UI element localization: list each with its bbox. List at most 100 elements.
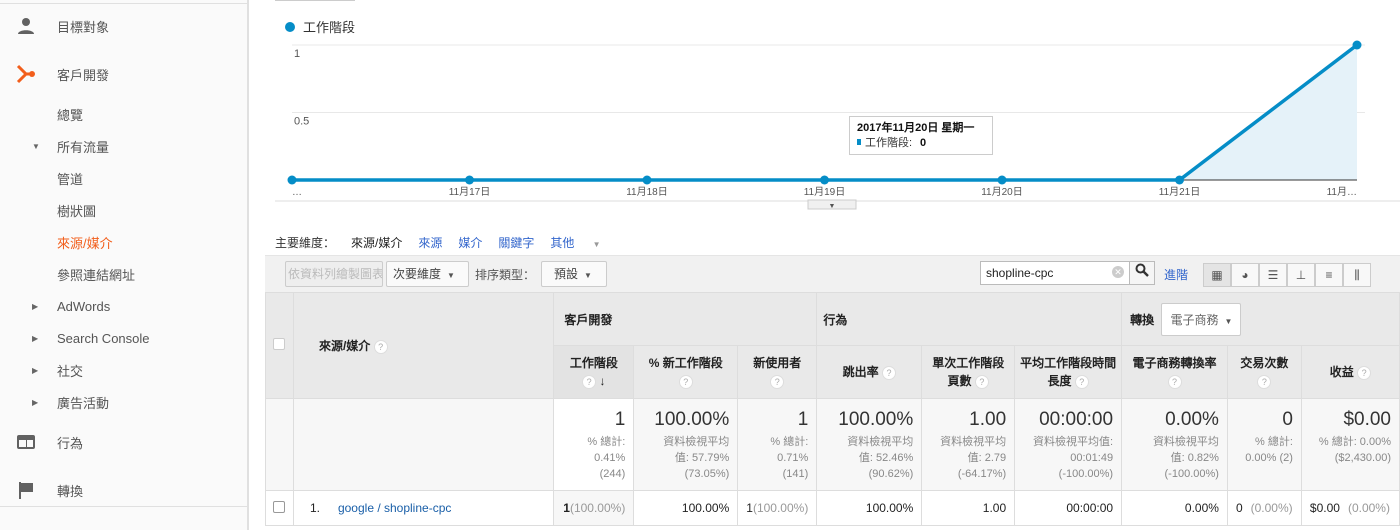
sort-type-value: 預設 xyxy=(554,267,579,281)
secondary-dimension-dropdown[interactable]: 次要維度 ▼ xyxy=(386,261,469,287)
sessions-chart: 工作階段 1 0.5 … 11月17日 11月18日 11月19日 11月20日 11月21… xyxy=(275,0,1400,210)
search-value: shopline-cpc xyxy=(986,266,1054,280)
dimension-source-link[interactable]: 來源 xyxy=(418,234,442,251)
column-header[interactable]: 交易次數? xyxy=(1226,345,1302,399)
total-subtext: (-64.17%) xyxy=(957,468,1007,480)
conversion-type-dropdown[interactable]: 電子商務 ▼ xyxy=(1161,302,1242,336)
column-header-label: 新使用者 xyxy=(753,356,802,370)
data-point[interactable] xyxy=(820,175,829,185)
row-dimension-link[interactable]: google / shopline-cpc xyxy=(338,501,451,515)
sort-descending-icon[interactable]: ↓ xyxy=(596,374,605,388)
nav-label: 來源/媒介 xyxy=(57,235,113,251)
row-cell: 0.00% xyxy=(1121,490,1228,526)
total-subtext: 值: 0.82% xyxy=(1170,452,1219,464)
x-tick-label: 11月21日 xyxy=(1159,186,1201,198)
help-icon[interactable]: ? xyxy=(1357,365,1372,380)
view-term-cloud-button[interactable]: ≡ xyxy=(1315,263,1343,287)
advanced-filter-link[interactable]: 進階 xyxy=(1164,266,1188,283)
nav-label: 行為 xyxy=(57,435,84,451)
help-icon[interactable]: ? xyxy=(678,374,693,389)
dimension-header[interactable]: 來源/媒介 ? xyxy=(292,292,555,399)
x-tick-label: 11月… xyxy=(1327,186,1357,198)
cell-percent: (100.00%) xyxy=(752,501,809,515)
search-button[interactable] xyxy=(1129,261,1155,285)
legend-marker xyxy=(285,22,295,32)
primary-dimension-bar: 主要維度： 來源/媒介 來源 媒介 關鍵字 其他 ▼ xyxy=(275,234,633,251)
column-header[interactable]: 平均工作階段時間長度 ? xyxy=(1014,345,1123,399)
legend-label: 工作階段 xyxy=(303,20,355,35)
plot-rows-button[interactable]: 依資料列繪製圖表 xyxy=(285,261,383,287)
sort-type-dropdown[interactable]: 預設 ▼ xyxy=(541,261,607,287)
dimension-keyword-link[interactable]: 關鍵字 xyxy=(498,234,534,251)
help-icon[interactable]: ? xyxy=(1074,374,1089,389)
help-icon[interactable]: ? xyxy=(582,374,597,389)
total-subtext: (244) xyxy=(599,468,626,480)
row-checkbox-cell xyxy=(265,490,294,526)
caret-down-icon: ▼ xyxy=(447,271,455,280)
column-header[interactable]: 單次工作階段頁數 ? xyxy=(921,345,1016,399)
total-subtext: 資料檢視平均 xyxy=(847,436,914,448)
chevron-down-icon[interactable]: ▼ xyxy=(829,203,836,210)
data-point[interactable] xyxy=(1352,40,1362,50)
data-point[interactable] xyxy=(997,175,1007,185)
row-index: 1. xyxy=(309,501,320,515)
y-tick-label: 1 xyxy=(294,48,300,60)
total-subtext: 值: 57.79% xyxy=(674,452,730,464)
column-header[interactable]: 新使用者? xyxy=(737,345,818,399)
totals-blank xyxy=(265,398,294,491)
column-header[interactable]: 跳出率 ? xyxy=(816,345,923,399)
column-header[interactable]: 工作階段? ↓ xyxy=(553,345,635,399)
data-point[interactable] xyxy=(287,175,297,185)
nav-label: 參照連結網址 xyxy=(57,267,136,283)
help-icon[interactable]: ? xyxy=(1257,374,1272,389)
group-header-conversions: 轉換 電子商務 ▼ xyxy=(1121,292,1400,346)
column-header[interactable]: % 新工作階段? xyxy=(633,345,739,399)
help-icon[interactable]: ? xyxy=(1167,374,1182,389)
row-cell: 100.00% xyxy=(816,490,923,526)
total-cell: 00:00:00 資料檢視平均值: 00:01:49 (-100.00%) xyxy=(1014,398,1123,491)
data-point[interactable] xyxy=(465,175,474,185)
column-header[interactable]: 電子商務轉換率? xyxy=(1121,345,1228,399)
dimension-other-dropdown[interactable]: 其他 ▼ xyxy=(550,234,616,251)
column-header[interactable]: 收益 ? xyxy=(1300,345,1400,399)
view-table-button[interactable]: ▦ xyxy=(1203,263,1231,287)
help-icon[interactable]: ? xyxy=(770,374,785,389)
caret-down-icon: ▼ xyxy=(590,240,601,249)
nav-label: 社交 xyxy=(57,363,84,379)
help-icon[interactable]: ? xyxy=(373,339,388,354)
select-all-checkbox[interactable] xyxy=(273,338,286,350)
total-cell: 100.00% 資料檢視平均 值: 57.79% (73.05%) xyxy=(633,398,739,491)
total-subtext: % 總計: xyxy=(587,436,626,448)
search-input[interactable]: shopline-cpc ✕ xyxy=(980,261,1130,285)
nav-label: AdWords xyxy=(57,298,111,314)
total-subtext: (-100.00%) xyxy=(1164,468,1219,480)
total-cell: 0.00% 資料檢視平均 值: 0.82% (-100.00%) xyxy=(1121,398,1228,491)
view-performance-button[interactable]: ☰ xyxy=(1259,263,1287,287)
primary-dimension-label: 主要維度： xyxy=(275,236,336,250)
column-header-label: 工作階段 xyxy=(569,356,618,370)
view-pivot-button[interactable]: ⫼ xyxy=(1343,263,1371,287)
group-header-acquisition: 客戶開發 xyxy=(553,292,818,346)
total-value: 1 xyxy=(797,409,809,430)
help-icon[interactable]: ? xyxy=(881,365,896,380)
data-point[interactable] xyxy=(642,175,652,185)
row-checkbox[interactable] xyxy=(273,500,286,513)
total-subtext: % 總計: xyxy=(770,436,809,448)
total-value: 00:00:00 xyxy=(1039,409,1114,430)
view-pie-button[interactable]: ◕ xyxy=(1231,263,1259,287)
clear-search-icon[interactable]: ✕ xyxy=(1112,266,1124,278)
collapsed-triangle-icon: ▶ xyxy=(32,397,39,407)
help-icon[interactable]: ? xyxy=(974,374,989,389)
sort-type-label: 排序類型： xyxy=(475,268,536,282)
cell-value: 00:00:00 xyxy=(1066,501,1114,515)
total-value: 1.00 xyxy=(969,409,1007,430)
nav-label: 轉換 xyxy=(57,483,84,499)
total-subtext: 00:01:49 xyxy=(1070,452,1114,464)
dimension-medium-link[interactable]: 媒介 xyxy=(458,234,482,251)
acquisition-icon xyxy=(16,64,35,84)
view-comparison-button[interactable]: ⊥ xyxy=(1287,263,1315,287)
total-cell: 1 % 總計: 0.71% (141) xyxy=(737,398,818,491)
x-tick-label: … xyxy=(292,187,302,198)
data-point[interactable] xyxy=(1175,175,1184,185)
row-cell: 1(100.00%) xyxy=(553,490,635,526)
